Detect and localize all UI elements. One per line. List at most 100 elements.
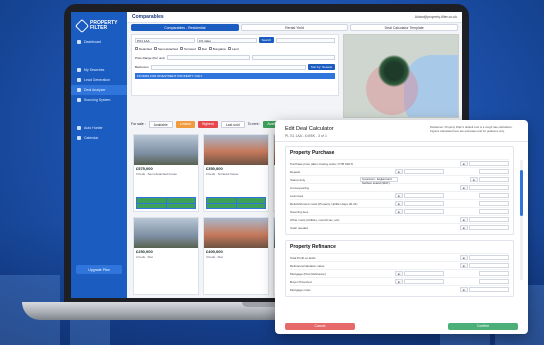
sourcing-icon <box>77 98 81 102</box>
property-card[interactable]: £250,000 2 beds · Flat <box>133 217 199 295</box>
tab-bar: Comparables - Residential Rental Yield D… <box>127 23 462 32</box>
form-row: Loan fees £ <box>290 191 509 199</box>
radius-select[interactable]: 0.5 miles <box>196 37 257 43</box>
sidebar-item-calendar[interactable]: Calendar <box>71 133 127 143</box>
modal-scrollbar[interactable] <box>520 160 523 280</box>
keyword-input[interactable] <box>276 37 335 43</box>
form-row: Conveyancing £ <box>290 183 509 191</box>
currency-symbol: £ <box>395 271 403 276</box>
total-profit-input[interactable] <box>469 255 509 260</box>
confirm-button[interactable]: Confirm <box>448 322 518 330</box>
other-costs-input[interactable] <box>469 217 509 222</box>
form-row: Buyer Protected £ <box>290 277 509 285</box>
chip-land[interactable]: Land <box>227 47 239 51</box>
sidebar-item-lead-generation[interactable]: Lead Generation <box>71 75 127 85</box>
calendar-icon <box>77 136 81 140</box>
refurb-costs-input[interactable] <box>404 201 444 206</box>
sidebar-item-deal-analyser[interactable]: Deal Analyser <box>71 85 127 95</box>
currency-symbol: £ <box>460 287 468 292</box>
results-map[interactable] <box>343 34 459 118</box>
buyer-protected-extra-input[interactable] <box>479 279 509 284</box>
sort-button[interactable]: Sort by: Newest <box>307 64 335 70</box>
price-max-input[interactable] <box>251 55 335 60</box>
property-card[interactable]: £350,000 2 beds · Terraced house <box>203 134 269 212</box>
sidebar-item-auto-hunter[interactable]: Auto Hunter <box>71 123 127 133</box>
chip-flat[interactable]: Flat <box>197 47 207 51</box>
refurb-extra-input[interactable] <box>479 201 509 206</box>
sidebar-item-my-searches[interactable]: My Searches <box>71 65 127 75</box>
tab-deal-calculator-template[interactable]: Deal Calculator Template <box>350 24 459 31</box>
mortgage-costs-input[interactable] <box>469 287 509 292</box>
loan-fees-input[interactable] <box>404 193 444 198</box>
price-min-input[interactable] <box>166 55 250 60</box>
currency-symbol: £ <box>460 161 468 166</box>
purchase-price-input[interactable] <box>469 161 509 166</box>
leads-icon <box>77 78 81 82</box>
deposit-percent-input[interactable] <box>479 169 509 174</box>
sourcing-extra-input[interactable] <box>479 209 509 214</box>
sourcing-fees-input[interactable] <box>404 209 444 214</box>
form-row: Refurbishment costs (Property Uplifter d… <box>290 199 509 207</box>
currency-symbol: £ <box>460 263 468 268</box>
cash-needed-input[interactable] <box>469 225 509 230</box>
stamp-duty-select[interactable]: Investment - England and Northern Irelan… <box>360 177 398 185</box>
dashboard-icon <box>77 40 81 44</box>
modal-disclaimer: Disclaimer: Property Filter's default co… <box>430 125 513 133</box>
cancel-button[interactable]: Cancel <box>285 322 355 330</box>
sidebar: PROPERTY FILTER Dashboard My Searches Le… <box>71 12 127 298</box>
property-description: 3 beds · Semi-detached house <box>136 172 177 176</box>
section-title: Property Purchase <box>290 150 335 156</box>
form-row: Purchase price (after closing costs / FT… <box>290 159 509 167</box>
form-row: Deposit £ <box>290 167 509 175</box>
last-sold-pill: Last sold <box>220 120 245 128</box>
property-price: £400,000 <box>206 249 223 254</box>
property-photo <box>204 218 268 248</box>
bedrooms-label: Bedrooms <box>135 65 149 69</box>
currency-symbol: £ <box>395 193 403 198</box>
form-row: Mortgage (Post Refinance) £ <box>290 269 509 277</box>
user-menu[interactable]: Aidan@property-filter.co.uk <box>415 15 457 19</box>
scrollbar-thumb[interactable] <box>520 170 523 216</box>
buyer-protected-input[interactable] <box>404 279 444 284</box>
property-refinance-section: Property Refinance Total Profit on Exits… <box>285 240 514 297</box>
property-stats <box>136 197 196 209</box>
chip-terraced[interactable]: Terraced <box>180 47 196 51</box>
highest-price-pill: Highest <box>197 120 218 128</box>
property-stats <box>206 197 266 209</box>
deal-calculator-modal: Edit Deal Calculator PL S1 1AA - £495K -… <box>275 120 528 334</box>
search-button[interactable]: Search <box>258 37 275 43</box>
currency-symbol: £ <box>460 255 468 260</box>
chip-detached[interactable]: Detached <box>135 47 152 51</box>
chip-semi-detached[interactable]: Semi-detached <box>153 47 178 51</box>
tab-rental-yield[interactable]: Rental Yield <box>240 24 349 31</box>
loan-fees-extra-input[interactable] <box>479 193 509 198</box>
investment-filter-strip[interactable]: FILTERS FOR INVESTMENT PROPERTY ONLY <box>135 73 335 79</box>
chip-bungalow[interactable]: Bungalow <box>208 47 226 51</box>
filter-panel: PO1 1AA 0.5 miles Search Detached Semi-d… <box>131 34 339 96</box>
stamp-duty-input[interactable] <box>479 177 509 182</box>
tab-comparables-residential[interactable]: Comparables - Residential <box>131 24 239 31</box>
conveyancing-input[interactable] <box>469 185 509 190</box>
price-range-label: Price Range (Per unit) <box>135 55 165 60</box>
currency-symbol: £ <box>395 201 403 206</box>
sidebar-item-dashboard[interactable]: Dashboard <box>71 37 127 47</box>
property-card[interactable]: £400,000 3 beds · Flat <box>203 217 269 295</box>
logo-icon <box>74 18 90 34</box>
form-row: Other costs (Utilities, council tax, etc… <box>290 215 509 223</box>
mortgage-percent-input[interactable] <box>479 271 509 276</box>
bedrooms-select[interactable] <box>150 64 306 70</box>
map-marker-cluster[interactable] <box>378 55 410 87</box>
for-sale-type-select[interactable]: Available <box>148 120 173 128</box>
postcode-input[interactable]: PO1 1AA <box>135 37 195 43</box>
lowest-price-pill: Lowest <box>175 120 195 128</box>
property-photo <box>134 218 198 248</box>
brand-logo[interactable]: PROPERTY FILTER <box>71 12 127 37</box>
refinance-value-input[interactable] <box>469 263 509 268</box>
form-row: Stamp duty Investment - England and North… <box>290 175 509 185</box>
sidebar-item-sourcing-system[interactable]: Sourcing System <box>71 95 127 105</box>
mortgage-post-refinance-input[interactable] <box>404 271 444 276</box>
upgrade-button[interactable]: Upgrade Plan <box>76 265 122 274</box>
hunter-icon <box>77 126 81 130</box>
deposit-input[interactable] <box>404 169 444 174</box>
property-card[interactable]: £575,000 3 beds · Semi-detached house <box>133 134 199 212</box>
